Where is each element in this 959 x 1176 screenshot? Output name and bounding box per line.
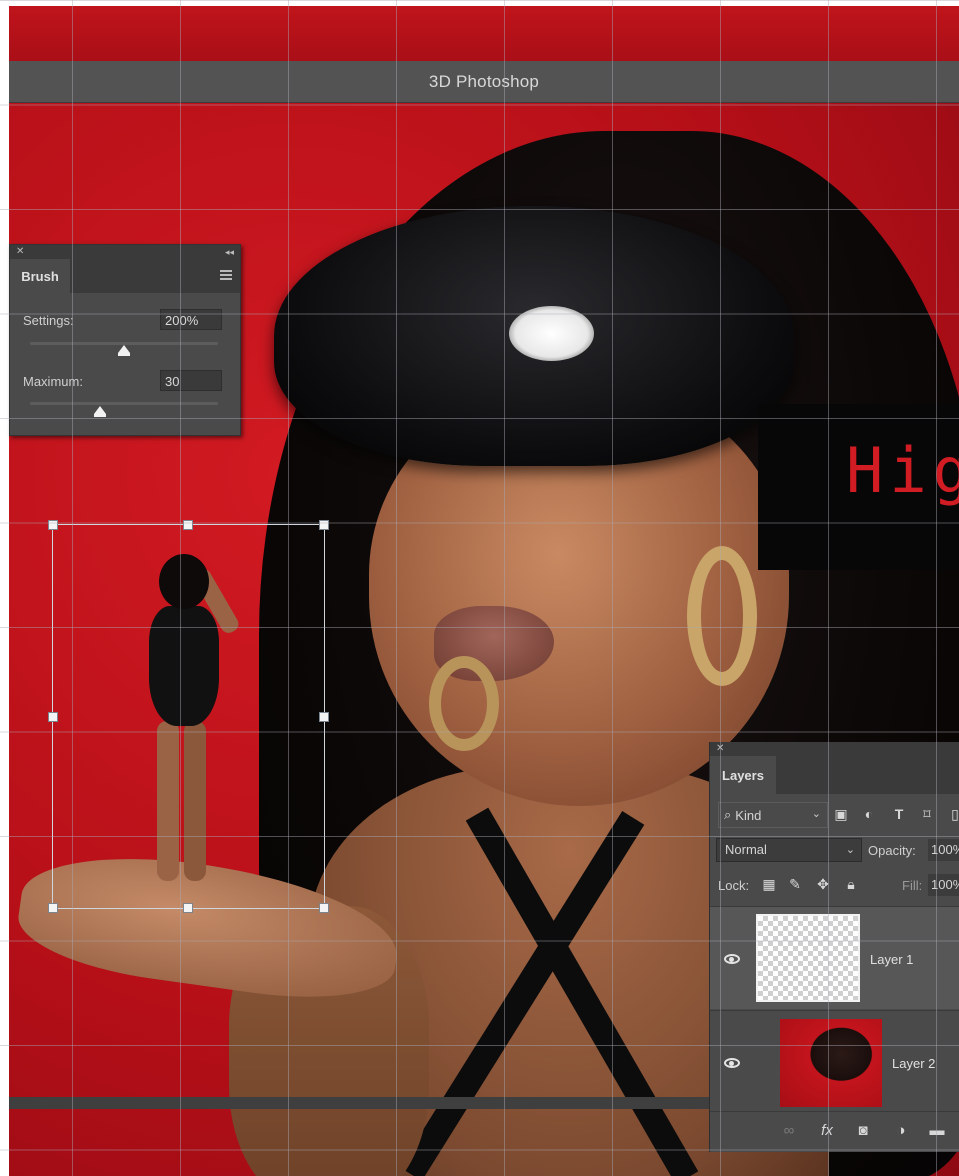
maximum-slider[interactable] — [30, 402, 218, 405]
layers-tab-row: Layers — [710, 756, 959, 794]
maximum-input[interactable]: 30 — [160, 370, 222, 391]
layer-thumbnail — [756, 914, 860, 1002]
layer-row-layer-1[interactable]: Layer 1 — [710, 906, 959, 1009]
hoop-earring — [429, 656, 499, 751]
collapse-icon[interactable]: ◂◂ — [225, 245, 234, 259]
layer-row-layer-2[interactable]: Layer 2 — [710, 1010, 959, 1113]
visor-glare — [509, 306, 594, 361]
window-title: 3D Photoshop — [428, 71, 540, 91]
fill-label: Fill: — [902, 878, 923, 893]
layers-panel: ✕ Layers ⌕ Kind ⌄ ▣ ◐ T ⌑ ▯ Normal ⌄ Opa… — [709, 742, 959, 1152]
lock-position-icon[interactable]: ✥ — [814, 876, 832, 893]
kind-label: Kind — [735, 807, 762, 823]
chevron-down-icon: ⌄ — [811, 808, 821, 820]
image-filter-icon[interactable]: ▣ — [832, 806, 850, 823]
transform-handle-bottom-right[interactable] — [319, 903, 329, 913]
lock-all-icon[interactable]: 🔒︎ — [842, 876, 860, 893]
panel-menu-icon[interactable] — [220, 270, 232, 280]
tab-brush-label: Brush — [21, 268, 59, 284]
lock-label: Lock: — [718, 878, 750, 893]
layers-panel-header[interactable]: ✕ — [710, 742, 959, 756]
maximum-slider-thumb[interactable] — [93, 406, 106, 417]
tab-layers-label: Layers — [722, 767, 764, 783]
search-icon: ⌕ — [724, 807, 732, 822]
canvas-top — [9, 6, 959, 66]
brush-tab-row: Brush — [10, 259, 240, 293]
transform-handle-top-left[interactable] — [48, 520, 58, 530]
transform-bounding-box[interactable] — [48, 520, 329, 913]
shape-filter-icon[interactable]: ⌑ — [918, 806, 936, 823]
fx-icon[interactable]: fx — [816, 1122, 838, 1139]
close-icon[interactable]: ✕ — [16, 245, 24, 259]
type-filter-icon[interactable]: T — [890, 806, 908, 822]
blend-mode-select[interactable]: Normal ⌄ — [716, 838, 862, 862]
overlay-text: Hig — [846, 434, 959, 507]
lock-paint-icon[interactable]: ✎ — [786, 876, 804, 893]
tab-brush[interactable]: Brush — [10, 259, 70, 293]
overlay-text-banner: Hig — [758, 404, 959, 570]
folder-icon[interactable]: ▬ — [926, 1122, 948, 1139]
transform-handle-bottom-left[interactable] — [48, 903, 58, 913]
maximum-label: Maximum: — [23, 374, 83, 389]
layer-name[interactable]: Layer 1 — [870, 952, 913, 967]
tab-layers[interactable]: Layers — [710, 756, 776, 794]
transform-handle-top[interactable] — [183, 520, 193, 530]
brush-panel-header[interactable]: ✕ ◂◂ — [10, 245, 240, 259]
adjustment-filter-icon[interactable]: ◐ — [860, 806, 878, 822]
layers-panel-footer: ∞ fx ◙ ◑ ▬ — [710, 1111, 959, 1152]
hoop-earring — [687, 546, 757, 686]
transform-handle-bottom[interactable] — [183, 903, 193, 913]
close-icon[interactable]: ✕ — [716, 742, 724, 756]
window-title-bar[interactable]: 3D Photoshop — [9, 61, 959, 103]
kind-filter-select[interactable]: ⌕ Kind ⌄ — [718, 802, 828, 828]
brush-panel: ✕ ◂◂ Brush Settings: 200% Maximum: 30 — [9, 244, 241, 436]
transform-handle-top-right[interactable] — [319, 520, 329, 530]
canvas-bottom-bar — [9, 1097, 719, 1109]
fill-input[interactable]: 100% — [928, 874, 959, 896]
visibility-eye-icon[interactable] — [724, 954, 740, 964]
link-icon[interactable]: ∞ — [778, 1122, 800, 1139]
lock-transparent-icon[interactable]: ▦ — [760, 876, 778, 893]
blend-mode-value: Normal — [725, 842, 767, 857]
transform-handle-left[interactable] — [48, 712, 58, 722]
settings-label: Settings: — [23, 313, 74, 328]
layer-thumbnail — [780, 1019, 882, 1107]
smart-object-filter-icon[interactable]: ▯ — [946, 806, 959, 823]
adjustment-layer-icon[interactable]: ◑ — [890, 1122, 912, 1139]
settings-input[interactable]: 200% — [160, 309, 222, 330]
transform-handle-right[interactable] — [319, 712, 329, 722]
settings-slider-thumb[interactable] — [118, 345, 130, 356]
layer-name[interactable]: Layer 2 — [892, 1056, 935, 1071]
mask-icon[interactable]: ◙ — [852, 1122, 874, 1139]
opacity-input[interactable]: 100% — [928, 839, 959, 861]
opacity-label: Opacity: — [868, 843, 916, 858]
chevron-down-icon: ⌄ — [845, 844, 855, 856]
visibility-eye-icon[interactable] — [724, 1058, 740, 1068]
